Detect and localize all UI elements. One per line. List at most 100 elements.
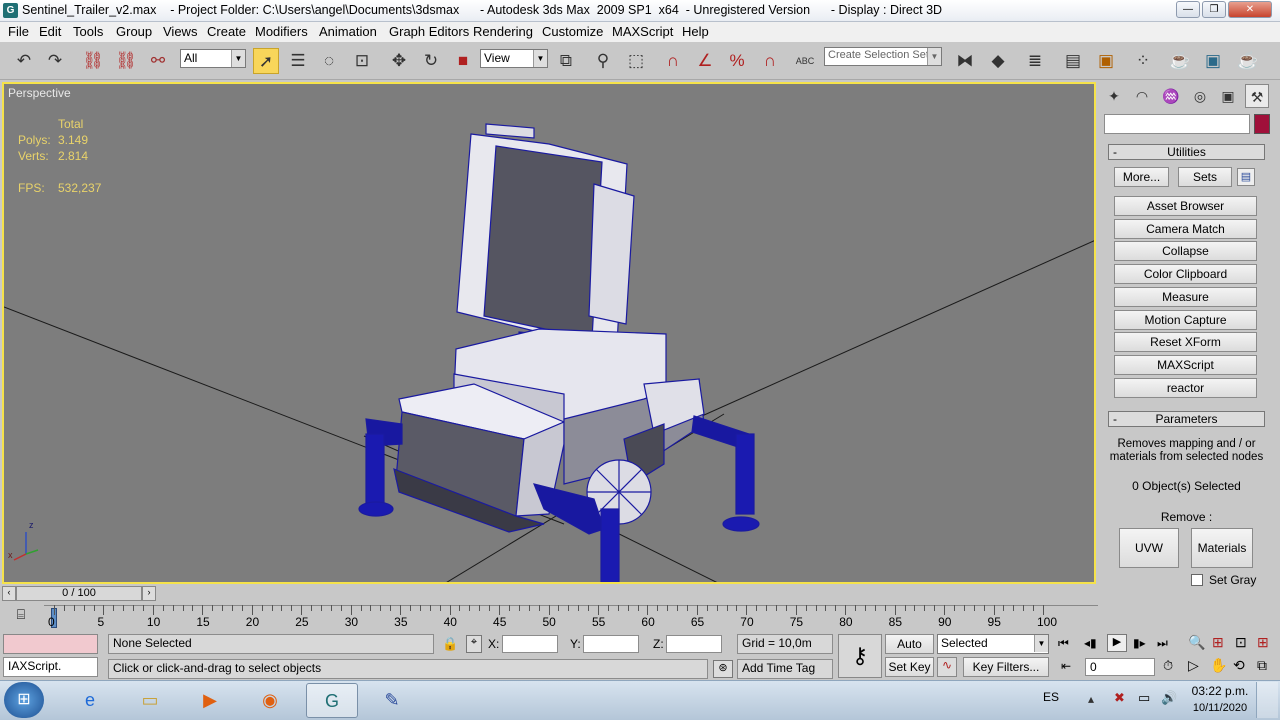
reactor-button[interactable]: reactor (1114, 378, 1257, 398)
auto-key-button[interactable]: Auto Key (885, 634, 934, 669)
snap-toggle-icon[interactable]: ∩ (660, 48, 686, 74)
curve-editor-icon[interactable]: ▤ (1060, 48, 1086, 74)
start-button-icon[interactable]: ⊞ (4, 682, 44, 718)
display-tab-icon[interactable]: ▣ (1216, 84, 1240, 108)
maxscript-mini-listener[interactable]: IAXScript. (3, 657, 98, 677)
power-icon[interactable]: ▭ (1138, 690, 1150, 706)
mini-curve-editor-icon[interactable]: ⌸ (10, 606, 32, 628)
orbit-icon[interactable]: ⟲ (1233, 657, 1245, 674)
close-button[interactable]: ✕ (1228, 1, 1272, 18)
zoom-extents-icon[interactable]: ⊡ (1235, 634, 1247, 651)
create-tab-icon[interactable]: ✦ (1102, 84, 1126, 108)
minimize-button[interactable]: — (1176, 1, 1200, 18)
utilities-rollout-header[interactable]: - Utilities (1108, 144, 1265, 160)
menu-modifiers[interactable]: Modifiers (255, 24, 308, 39)
remove-materials-button[interactable]: Materials (1191, 528, 1253, 568)
quick-render-icon[interactable]: ☕ (1235, 48, 1261, 74)
scale-icon[interactable]: ■ (450, 48, 476, 74)
menu-file[interactable]: File (8, 24, 29, 39)
rendered-frame-window-icon[interactable]: ▣ (1200, 48, 1226, 74)
time-slider[interactable]: 0 / 100 (16, 586, 142, 601)
selection-region-icon[interactable]: ◌ (316, 48, 342, 74)
set-key-button[interactable]: Set Key (885, 657, 934, 677)
select-and-link-icon[interactable]: ⛓ (80, 48, 106, 74)
mirror-icon[interactable]: ⧓ (952, 48, 978, 74)
motion-capture-button[interactable]: Motion Capture (1114, 310, 1257, 330)
lock-icon[interactable]: 🔒 (442, 636, 458, 652)
align-icon[interactable]: ◆ (985, 48, 1011, 74)
clock-time[interactable]: 03:22 p.m. (1190, 684, 1250, 698)
object-name-field[interactable] (1104, 114, 1250, 134)
time-configuration-icon[interactable]: ⏱ (1163, 658, 1173, 674)
language-indicator[interactable]: ES (1043, 690, 1059, 704)
percent-snap-icon[interactable]: % (724, 48, 750, 74)
menu-create[interactable]: Create (207, 24, 246, 39)
tray-up-arrow-icon[interactable]: ▴ (1088, 692, 1094, 706)
camera-match-button[interactable]: Camera Match (1114, 219, 1257, 239)
material-editor-icon[interactable]: ⁘ (1130, 48, 1156, 74)
reference-coordinate-dropdown[interactable]: View ▼ (480, 49, 548, 68)
reset-xform-button[interactable]: Reset XForm (1114, 332, 1257, 352)
key-mode-toggle-icon[interactable]: ⇤ (1061, 659, 1071, 673)
utilities-tab-icon[interactable]: ⚒ (1245, 84, 1269, 108)
zoom-all-icon[interactable]: ⊞ (1212, 634, 1224, 651)
internet-explorer-icon[interactable]: e (64, 683, 116, 718)
add-time-tag-button[interactable]: Add Time Tag (737, 659, 833, 679)
select-by-name-icon[interactable]: ☰ (285, 48, 311, 74)
field-of-view-icon[interactable]: ▷ (1188, 657, 1199, 674)
set-gray-checkbox[interactable] (1191, 574, 1203, 586)
set-key-large-icon[interactable]: ⚷ (838, 634, 882, 678)
scroll-left-icon[interactable]: ‹ (2, 586, 16, 601)
select-manipulate-icon[interactable]: ⚲ (590, 48, 616, 74)
modify-tab-icon[interactable]: ◠ (1130, 84, 1154, 108)
create-selection-set-dropdown[interactable]: Create Selection Set ▼ (824, 47, 942, 66)
x-coordinate-field[interactable] (502, 635, 558, 653)
z-coordinate-field[interactable] (666, 635, 722, 653)
spinner-snap-icon[interactable]: ∩ (757, 48, 783, 74)
y-coordinate-field[interactable] (583, 635, 639, 653)
configure-button-sets-icon[interactable]: ▤ (1237, 168, 1255, 186)
schematic-view-icon[interactable]: ▣ (1093, 48, 1119, 74)
window-crossing-icon[interactable]: ⊡ (349, 48, 375, 74)
volume-icon[interactable]: 🔊 (1161, 690, 1177, 706)
remove-uvw-button[interactable]: UVW (1119, 528, 1179, 568)
menu-animation[interactable]: Animation (319, 24, 377, 39)
key-filters-button[interactable]: Key Filters... (963, 657, 1049, 677)
menu-tools[interactable]: Tools (73, 24, 103, 39)
sets-button[interactable]: Sets (1178, 167, 1232, 187)
maxscript-button[interactable]: MAXScript (1114, 355, 1257, 375)
menu-graph-editors[interactable]: Graph Editors (389, 24, 469, 39)
play-icon[interactable]: ▶ (1107, 634, 1127, 652)
go-to-end-icon[interactable]: ⏭ (1157, 636, 1168, 651)
previous-frame-icon[interactable]: ◂▮ (1084, 636, 1097, 650)
menu-customize[interactable]: Customize (542, 24, 603, 39)
parameters-rollout-header[interactable]: - Parameters (1108, 411, 1265, 427)
motion-tab-icon[interactable]: ◎ (1188, 84, 1212, 108)
collapse-button[interactable]: Collapse (1114, 241, 1257, 261)
undo-icon[interactable]: ↶ (11, 48, 37, 74)
pan-icon[interactable]: ✋ (1210, 657, 1227, 674)
maxscript-mini-listener-pink[interactable] (3, 634, 98, 654)
media-player-icon[interactable]: ▶ (184, 683, 236, 718)
current-frame-field[interactable]: 0 (1085, 658, 1155, 676)
network-icon[interactable]: ✖ (1114, 690, 1125, 706)
zoom-icon[interactable]: 🔍 (1188, 634, 1205, 651)
select-object-icon[interactable]: ➚ (253, 48, 279, 74)
viewport-label[interactable]: Perspective (8, 86, 71, 100)
color-clipboard-button[interactable]: Color Clipboard (1114, 264, 1257, 284)
next-frame-icon[interactable]: ▮▸ (1133, 636, 1146, 650)
pivot-center-icon[interactable]: ⧉ (553, 48, 579, 74)
3dsmax-taskbar-icon[interactable]: G (306, 683, 358, 718)
menu-edit[interactable]: Edit (39, 24, 61, 39)
hierarchy-tab-icon[interactable]: ♒ (1159, 84, 1183, 108)
scroll-right-icon[interactable]: › (142, 586, 156, 601)
show-desktop-button[interactable] (1256, 682, 1278, 718)
more-button[interactable]: More... (1114, 167, 1169, 187)
default-tangent-icon[interactable]: ∿ (937, 657, 957, 677)
time-tag-icon[interactable]: ⊛ (713, 660, 733, 678)
maximize-viewport-icon[interactable]: ⧉ (1257, 657, 1267, 674)
menu-help[interactable]: Help (682, 24, 709, 39)
object-color-swatch[interactable] (1254, 114, 1270, 134)
keyboard-shortcut-override-icon[interactable]: ⬚ (623, 48, 649, 74)
bind-to-space-warp-icon[interactable]: ⚯ (145, 48, 171, 74)
